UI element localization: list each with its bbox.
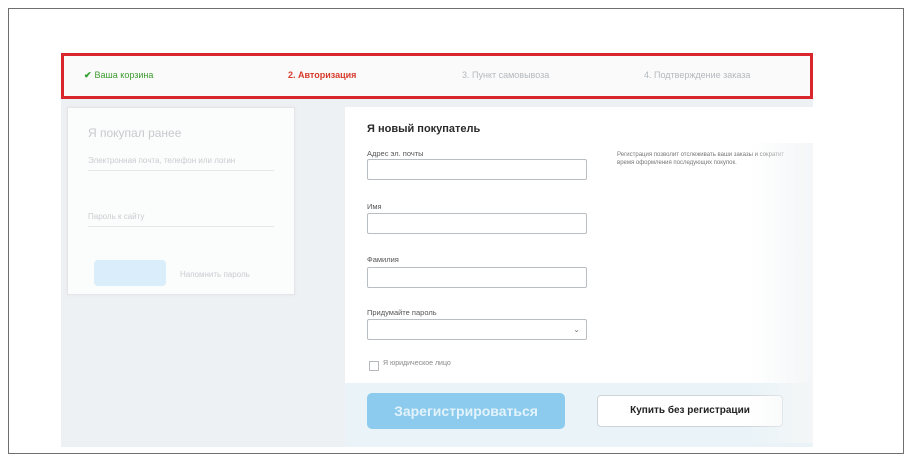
password-label: Придумайте пароль [367, 308, 437, 317]
password-input[interactable]: Пароль к сайту [88, 212, 144, 221]
check-icon: ✔ [84, 70, 92, 80]
register-button[interactable]: Зарегистрироваться [367, 393, 565, 429]
chevron-down-icon: ⌄ [573, 325, 580, 334]
step-authorization: 2. Авторизация [288, 70, 357, 80]
checkout-steps: ✔ Ваша корзина 2. Авторизация 3. Пункт са… [61, 53, 813, 99]
new-customer-panel: Я новый покупатель Адрес эл. почты Имя Ф… [345, 107, 813, 447]
login-input[interactable]: Электронная почта, телефон или логин [88, 156, 235, 165]
name-label: Имя [367, 202, 382, 211]
right-edge-fade [749, 143, 813, 443]
surname-label: Фамилия [367, 255, 399, 264]
step-confirmation: 4. Подтверждение заказа [644, 70, 751, 80]
checkout-page: ✔ Ваша корзина 2. Авторизация 3. Пункт са… [61, 53, 813, 447]
login-title: Я покупал ранее [88, 126, 182, 140]
password-field[interactable]: ⌄ [367, 319, 587, 340]
step-cart-label: Ваша корзина [94, 70, 154, 80]
password-input-underline [88, 226, 274, 227]
email-field[interactable] [367, 159, 587, 180]
step-cart[interactable]: ✔ Ваша корзина [84, 70, 153, 81]
legal-entity-checkbox[interactable] [369, 361, 379, 371]
screenshot-frame: ✔ Ваша корзина 2. Авторизация 3. Пункт са… [8, 8, 904, 454]
name-field[interactable] [367, 213, 587, 234]
login-input-underline [88, 170, 274, 171]
surname-field[interactable] [367, 267, 587, 288]
remind-password-link[interactable]: Напомнить пароль [180, 270, 250, 279]
login-button[interactable] [94, 260, 166, 286]
register-title: Я новый покупатель [367, 123, 481, 135]
email-label: Адрес эл. почты [367, 149, 424, 158]
step-pickup: 3. Пункт самовывоза [462, 70, 550, 80]
legal-entity-label: Я юридическое лицо [383, 360, 451, 367]
returning-customer-panel: Я покупал ранее Электронная почта, телеф… [67, 107, 295, 295]
